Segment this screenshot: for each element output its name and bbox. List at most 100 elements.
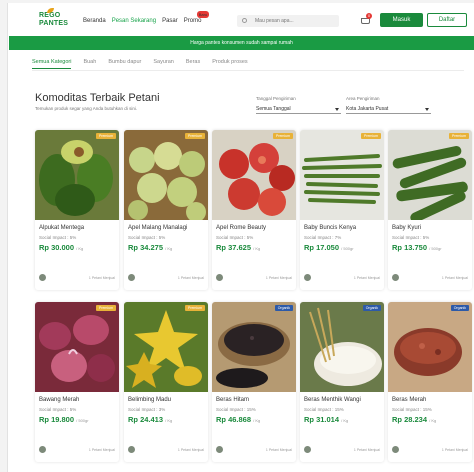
price-value: Rp 34.275 [128,243,164,252]
farmer-avatar [304,446,311,453]
nav-pesan-sekarang[interactable]: Pesan Sekarang [112,18,156,24]
farmer-avatar [216,274,223,281]
price-unit: / Kg [165,418,173,423]
price-unit: / 500gr [429,246,442,251]
product-image-beras-hitam [212,302,296,392]
product-card[interactable]: Premium Baby Kyuri Social Impact : 5% Rp… [388,130,472,290]
product-image-beras-merah [388,302,472,392]
product-image-apel-rome [212,130,296,220]
farmer-avatar [216,446,223,453]
organik-badge: Organik [450,305,469,311]
card-footer: 1 Petani Menjual [392,446,468,454]
card-footer: 1 Petani Menjual [304,446,380,454]
tab-bumbu-dapur[interactable]: Bumbu dapur [108,59,141,69]
area-select[interactable]: Kota Jakarta Pusat [346,104,431,114]
product-price: Rp 24.413 / Kg [128,415,172,424]
social-impact: Social Impact : 3% [128,407,166,412]
tab-sayuran[interactable]: Sayuran [153,59,174,69]
farmer-avatar [304,274,311,281]
premium-badge: Premium [95,133,116,139]
card-footer: 1 Petani Menjual [216,274,292,282]
product-price: Rp 28.234 / Kg [392,415,436,424]
social-impact: Social Impact : 5% [128,235,166,240]
date-select[interactable]: Semua Tanggal [256,104,341,114]
nav-pasar[interactable]: Pasar [162,18,178,24]
card-footer: 1 Petani Menjual [39,446,115,454]
cart-icon[interactable]: 0 [359,13,372,25]
product-price: Rp 19.800 / 500gr [39,415,89,424]
product-name: Belimbing Madu [128,397,172,403]
price-unit: / Kg [429,418,437,423]
product-card[interactable]: Organik Beras Hitam Social Impact : 15% … [212,302,296,462]
nav-beranda[interactable]: Beranda [83,18,106,24]
register-button[interactable]: Daftar [427,13,467,27]
product-card[interactable]: Premium Apel Malang Manalagi Social Impa… [124,130,208,290]
window-top-frame [0,0,474,3]
product-image-avocado [35,130,119,220]
product-image-apel-manalagi [124,130,208,220]
date-filter-label: Tanggal Pengiriman [256,96,296,101]
social-impact: Social Impact : 5% [39,235,77,240]
premium-badge: Premium [360,133,381,139]
product-image-kyuri [388,130,472,220]
price-unit: / Kg [253,246,261,251]
product-card[interactable]: Organik Beras Menthik Wangi Social Impac… [300,302,384,462]
product-name: Baby Kyuri [392,225,422,231]
product-card[interactable]: Premium Bawang Merah Social Impact : 5% … [35,302,119,462]
product-price: Rp 37.625 / Kg [216,243,260,252]
tab-buah[interactable]: Buah [83,59,96,69]
card-footer: 1 Petani Menjual [392,274,468,282]
search-box[interactable] [237,15,339,27]
price-value: Rp 30.000 [39,243,75,252]
promo-new-badge: Baru [196,11,210,18]
farmer-count: 1 Petani Menjual [265,276,292,280]
farmer-count: 1 Petani Menjual [265,448,292,452]
organik-badge: Organik [274,305,293,311]
chevron-down-icon [335,108,339,111]
search-icon [242,18,247,23]
product-card[interactable]: Organik Beras Merah Social Impact : 15% … [388,302,472,462]
product-card[interactable]: Premium Belimbing Madu Social Impact : 3… [124,302,208,462]
price-value: Rp 46.868 [216,415,252,424]
farmer-avatar [39,446,46,453]
logo[interactable]: REGO PANTES [39,8,69,30]
farmer-count: 1 Petani Menjual [177,448,204,452]
product-name: Beras Hitam [216,397,250,403]
price-unit: / Kg [76,246,84,251]
nav-promo[interactable]: Promo Baru [184,11,210,24]
product-price: Rp 13.750 / 500gr [392,243,442,252]
login-button[interactable]: Masuk [380,13,423,27]
tab-beras[interactable]: Beras [186,59,200,69]
social-impact: Social Impact : 5% [216,235,254,240]
search-input[interactable] [255,16,335,26]
section-subtitle: Temukan produk segar yang Anda butuhkan … [35,106,138,111]
area-filter: Area Pengiriman Kota Jakarta Pusat [346,96,431,114]
farmer-count: 1 Petani Menjual [177,276,204,280]
price-unit: / 500gr [341,246,354,251]
farmer-avatar [392,446,399,453]
card-footer: 1 Petani Menjual [128,274,204,282]
card-footer: 1 Petani Menjual [39,274,115,282]
product-price: Rp 46.868 / Kg [216,415,260,424]
window-left-frame [0,0,8,472]
price-value: Rp 13.750 [392,243,428,252]
price-value: Rp 28.234 [392,415,428,424]
section-title: Komoditas Terbaik Petani [35,92,160,104]
social-impact: Social Impact : 5% [39,407,77,412]
farmer-count: 1 Petani Menjual [353,276,380,280]
tab-produk-proses[interactable]: Produk proses [212,59,247,69]
top-header: REGO PANTES Beranda Pesan Sekarang Pasar… [9,5,474,35]
tab-semua-kategori[interactable]: Semua Kategori [32,59,72,69]
product-card[interactable]: Premium Alpukat Mentega Social Impact : … [35,130,119,290]
tabs-divider [32,70,464,71]
social-impact: Social Impact : 15% [392,407,432,412]
product-card[interactable]: Premium Baby Buncis Kenya Social Impact … [300,130,384,290]
product-card[interactable]: Premium Apel Rome Beauty Social Impact :… [212,130,296,290]
farmer-avatar [392,274,399,281]
date-select-value: Semua Tanggal [256,106,291,112]
product-price: Rp 34.275 / Kg [128,243,172,252]
farmer-count: 1 Petani Menjual [441,448,468,452]
main-nav: Beranda Pesan Sekarang Pasar Promo Baru [83,11,210,24]
card-footer: 1 Petani Menjual [216,446,292,454]
social-impact: Social Impact : 15% [304,407,344,412]
